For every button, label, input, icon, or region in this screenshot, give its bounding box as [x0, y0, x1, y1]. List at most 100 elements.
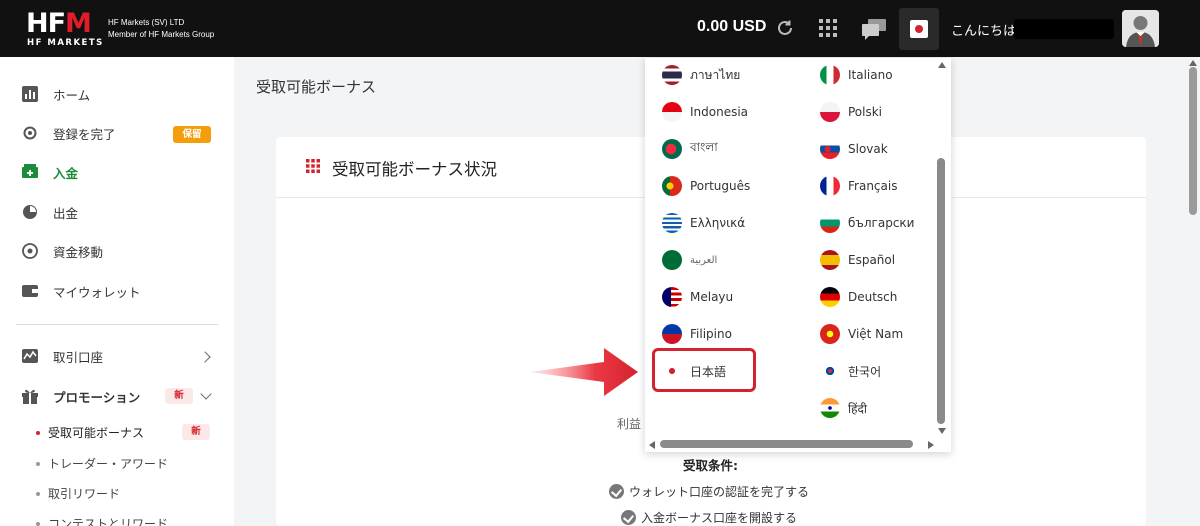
lang-option-thai[interactable]: ภาษาไทย [662, 63, 740, 87]
logo-sub: HF MARKETS [27, 38, 104, 48]
avatar-person-icon [1122, 10, 1159, 47]
withdraw-icon [23, 205, 37, 219]
sidebar-item-withdraw[interactable]: 出金 [22, 202, 78, 222]
slovakia-flag-icon [820, 139, 840, 159]
language-selector-button[interactable] [899, 8, 939, 50]
sidebar-item-promotions[interactable]: プロモーション [22, 386, 140, 406]
chat-icon[interactable] [860, 17, 888, 41]
poland-flag-icon [820, 102, 840, 122]
logo-main: HFM [26, 8, 92, 39]
lang-option-indonesian[interactable]: Indonesia [662, 100, 748, 124]
chart-icon [22, 86, 38, 102]
check-circle-icon [621, 510, 636, 525]
sidebar-item-home[interactable]: ホーム [22, 84, 90, 104]
scroll-up-icon[interactable] [938, 62, 946, 68]
sidebar-subitem-contests[interactable]: コンテストとリワード [36, 515, 168, 526]
company-line2: Member of HF Markets Group [108, 30, 215, 39]
lang-label: Filipino [690, 327, 732, 341]
lang-option-korean[interactable]: 한국어 [820, 359, 881, 383]
sidebar-item-complete-registration[interactable]: 登録を完了 [22, 123, 116, 143]
conditions-title: 受取条件: [683, 458, 738, 473]
lang-label: हिंदी [848, 401, 867, 416]
lang-label: ภาษาไทย [690, 67, 741, 82]
chevron-right-icon[interactable] [199, 351, 211, 363]
refresh-icon[interactable] [775, 18, 795, 38]
sidebar-item-deposit[interactable]: 入金 [22, 162, 78, 182]
bulgaria-flag-icon [820, 213, 840, 233]
bangladesh-flag-icon [662, 139, 682, 159]
transfer-icon [22, 243, 38, 259]
sidebar-item-label: 資金移動 [53, 244, 104, 260]
bullet-icon [36, 461, 40, 466]
hfm-logo[interactable]: HFM HF MARKETS [26, 8, 102, 49]
sidebar-subitem-label: コンテストとリワード [48, 517, 169, 526]
sidebar-item-trading-accounts[interactable]: 取引口座 [22, 346, 103, 366]
sidebar-item-label: 登録を完了 [53, 126, 116, 142]
page-scroll-thumb[interactable] [1189, 67, 1197, 215]
lang-option-vietnamese[interactable]: Việt Nam [820, 322, 903, 346]
philippines-flag-icon [662, 324, 682, 344]
lang-label: Español [848, 253, 896, 267]
lang-label: বাংলা [690, 140, 718, 154]
bullet-icon [36, 521, 40, 526]
scroll-right-icon[interactable] [928, 441, 934, 449]
sidebar-item-label: ホーム [53, 87, 91, 103]
chevron-down-icon[interactable] [200, 388, 212, 400]
sidebar-subitem-available-bonus[interactable]: 受取可能ボーナス [36, 424, 144, 441]
page-scroll-up-icon[interactable] [1189, 60, 1197, 66]
gear-icon [23, 126, 37, 140]
balance-display: 0.00 USD [697, 18, 767, 35]
lang-label: Melayu [690, 290, 734, 304]
lang-option-filipino[interactable]: Filipino [662, 322, 732, 346]
lang-option-portuguese[interactable]: Português [662, 174, 750, 198]
lang-label: العربية [690, 254, 718, 266]
apps-grid-icon[interactable] [819, 19, 837, 37]
lang-option-french[interactable]: Français [820, 174, 897, 198]
lang-option-malay[interactable]: Melayu [662, 285, 733, 309]
lang-option-spanish[interactable]: Español [820, 248, 895, 272]
japan-flag-icon [910, 20, 928, 38]
lang-option-greek[interactable]: Ελληνικά [662, 211, 745, 235]
trading-icon [22, 349, 38, 363]
condition-item: 入金ボーナス口座を開設する [621, 509, 797, 526]
sidebar-item-label: マイウォレット [53, 284, 141, 300]
lang-option-arabic[interactable]: العربية [662, 248, 717, 272]
sidebar-subitem-label: 受取可能ボーナス [48, 426, 145, 440]
gift-icon [22, 389, 38, 404]
lang-label: Polski [848, 105, 883, 119]
logo-m-letter: M [65, 8, 92, 39]
condition-item: ウォレット口座の認証を完了する [609, 483, 809, 500]
user-avatar[interactable] [1122, 10, 1159, 47]
lang-option-bengali[interactable]: বাংলা [662, 137, 718, 161]
sidebar-item-label: 取引口座 [53, 349, 104, 365]
lang-label: Ελληνικά [690, 216, 746, 230]
scroll-left-icon[interactable] [649, 441, 655, 449]
lang-label: Việt Nam [848, 327, 904, 341]
lang-label: български [848, 216, 915, 230]
scroll-down-icon[interactable] [938, 428, 946, 434]
lang-option-italian[interactable]: Italiano [820, 63, 893, 87]
dropdown-horizontal-scroll-thumb[interactable] [660, 440, 913, 448]
sidebar-subitem-trading-rewards[interactable]: 取引リワード [36, 485, 120, 502]
company-line1: HF Markets (SV) LTD [108, 18, 185, 27]
language-dropdown: ภาษาไทย Indonesia বাংলা Português Ελληνι… [645, 58, 951, 452]
pending-badge: 保留 [173, 126, 211, 143]
new-badge: 新 [182, 424, 210, 440]
sidebar-subitem-trader-award[interactable]: トレーダー・アワード [36, 455, 168, 472]
lang-option-slovak[interactable]: Slovak [820, 137, 888, 161]
annotation-highlight-box [652, 348, 756, 392]
bullet-icon [36, 491, 40, 496]
indonesia-flag-icon [662, 102, 682, 122]
lang-option-bulgarian[interactable]: български [820, 211, 914, 235]
new-badge: 新 [165, 388, 193, 404]
sidebar-item-transfer[interactable]: 資金移動 [22, 241, 103, 261]
sidebar-subitem-label: トレーダー・アワード [48, 457, 169, 471]
lang-option-hindi[interactable]: हिंदी [820, 396, 867, 420]
lang-label: Slovak [848, 142, 888, 156]
dropdown-vertical-scroll-thumb[interactable] [937, 158, 945, 424]
lang-option-german[interactable]: Deutsch [820, 285, 897, 309]
sidebar-item-wallet[interactable]: マイウォレット [22, 281, 141, 301]
lang-option-polish[interactable]: Polski [820, 100, 882, 124]
sidebar-item-label: 入金 [53, 165, 79, 181]
greece-flag-icon [662, 213, 682, 233]
